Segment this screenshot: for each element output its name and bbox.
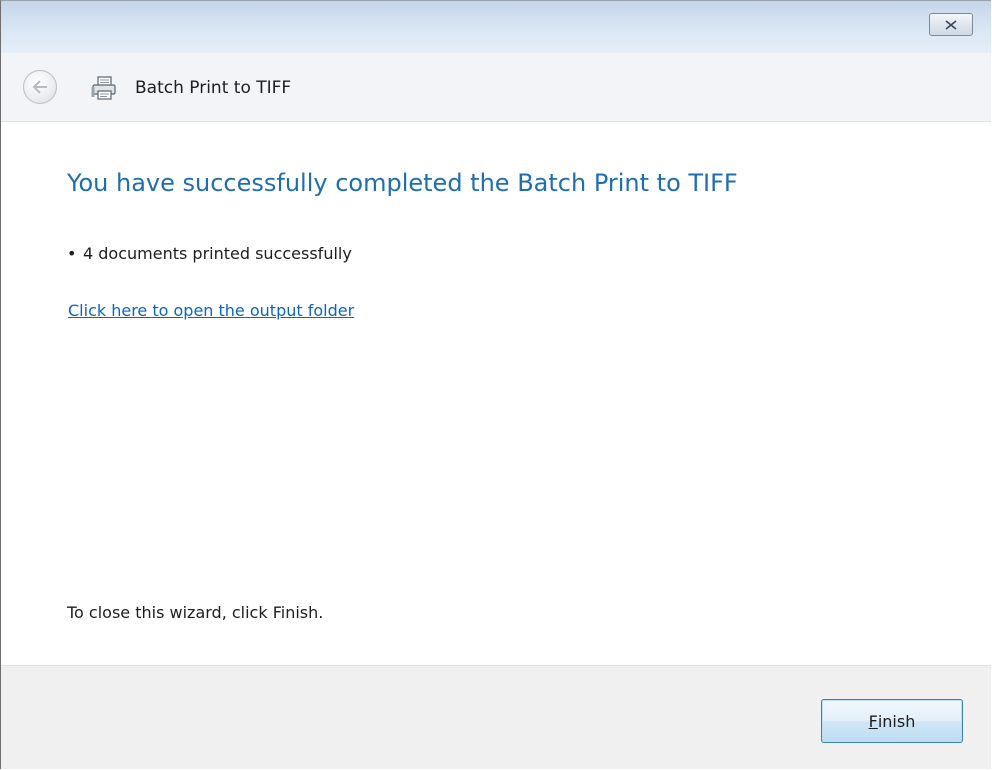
- finish-button[interactable]: Finish: [821, 699, 963, 743]
- bullet-icon: •: [67, 244, 77, 263]
- back-arrow-icon: [32, 80, 47, 94]
- close-instruction: To close this wizard, click Finish.: [67, 603, 324, 622]
- wizard-header: Batch Print to TIFF: [1, 53, 991, 122]
- finish-label-rest: inish: [877, 711, 916, 731]
- wizard-window: Batch Print to TIFF You have successfull…: [0, 0, 991, 769]
- completion-heading: You have successfully completed the Batc…: [67, 169, 738, 197]
- back-button[interactable]: [23, 70, 57, 104]
- open-output-folder-link[interactable]: Click here to open the output folder: [68, 301, 354, 320]
- result-text: 4 documents printed successfully: [83, 244, 352, 263]
- result-list-item: • 4 documents printed successfully: [67, 244, 352, 263]
- close-button[interactable]: [929, 13, 973, 36]
- finish-access-key: F: [868, 711, 878, 731]
- close-x-icon: [945, 19, 957, 30]
- wizard-title: Batch Print to TIFF: [135, 78, 292, 98]
- wizard-footer: Finish: [1, 665, 991, 769]
- printer-icon: [91, 76, 116, 100]
- title-bar: [1, 1, 991, 53]
